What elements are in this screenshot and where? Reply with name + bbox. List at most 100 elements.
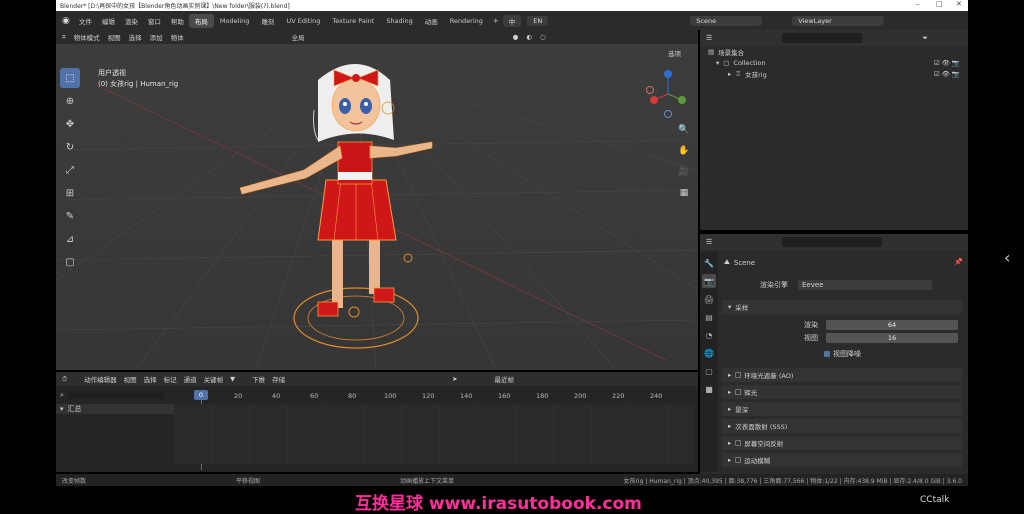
summary-row[interactable]: ▾ 汇总 (56, 404, 174, 414)
outliner-row-collection[interactable]: ▾ ▢ Collection ☑ 👁 📷 (700, 57, 968, 68)
menu-render[interactable]: 渲染 (120, 16, 143, 26)
outliner-type-icon[interactable]: ☰ (706, 34, 712, 42)
select-arrow-icon[interactable]: ➤ (452, 375, 457, 383)
measure-tool-icon[interactable]: ⊿ (60, 229, 80, 249)
keyframe-type-icon[interactable]: ▼ (230, 375, 235, 383)
shading-render-icon[interactable]: ○ (540, 33, 546, 41)
ao-checkbox[interactable] (735, 372, 742, 378)
render-tab-icon[interactable]: 📷 (702, 274, 716, 288)
properties-search-input[interactable] (782, 237, 883, 247)
render-samples-field[interactable]: 64 (826, 320, 958, 330)
menu-keyframe[interactable]: 关键帧 (204, 374, 224, 384)
tab-modeling[interactable]: Modeling (214, 15, 256, 27)
3d-viewport[interactable]: ⌗ 物体模式 视图 选择 添加 物体 全局 ● ◐ ○ 选项 用户透视 (0) … (56, 30, 698, 370)
outliner-search-input[interactable] (782, 33, 863, 43)
ssr-checkbox[interactable] (735, 440, 742, 446)
menu-view[interactable]: 视图 (108, 32, 121, 42)
section-ao[interactable]: ▸ 环境光遮蔽 (AO) (722, 368, 962, 382)
maximize-icon[interactable]: □ (936, 0, 943, 8)
section-dof[interactable]: ▸ 景深 (722, 402, 962, 416)
tool-tab-icon[interactable]: 🔧 (702, 256, 716, 270)
tab-shading[interactable]: Shading (380, 15, 418, 27)
lang-cn-button[interactable]: 中 (502, 14, 522, 27)
stash-button[interactable]: 存储 (272, 374, 285, 384)
close-icon[interactable]: ✕ (956, 0, 962, 8)
view-layer-tab-icon[interactable]: ▤ (702, 310, 716, 324)
visibility-icon[interactable]: ☑ 👁 📷 (934, 70, 960, 78)
world-tab-icon[interactable]: 🌐 (702, 346, 716, 360)
properties-type-icon[interactable]: ☰ (706, 238, 712, 246)
editor-type-icon[interactable]: ⏱ (62, 375, 67, 384)
menu-window[interactable]: 窗口 (143, 16, 166, 26)
render-engine-select[interactable]: Eevee (798, 280, 932, 290)
rotate-tool-icon[interactable]: ↻ (60, 137, 80, 157)
tab-layout[interactable]: 布局 (188, 13, 214, 28)
mode-selector[interactable]: 物体模式 (74, 32, 100, 42)
interpolation-select[interactable]: 最近帧 (495, 374, 515, 384)
view-layer-selector[interactable]: ViewLayer (792, 15, 885, 26)
section-sampling[interactable]: ▾ 采样 (722, 300, 962, 314)
annotate-tool-icon[interactable]: ✎ (60, 206, 80, 226)
section-bloom[interactable]: ▸ 辉光 (722, 385, 962, 399)
output-tab-icon[interactable]: 🖨 (702, 292, 716, 306)
shading-solid-icon[interactable]: ● (513, 33, 519, 41)
editor-mode-select[interactable]: 动作编辑器 (84, 374, 117, 384)
blender-logo-icon[interactable]: ◉ (62, 16, 70, 26)
transform-tool-icon[interactable]: ⊞ (60, 183, 80, 203)
menu-help[interactable]: 帮助 (166, 16, 189, 26)
outliner-row-scene-collection[interactable]: ▤ 场景集合 (700, 46, 968, 57)
minimize-icon[interactable]: – (916, 0, 920, 8)
current-frame-indicator[interactable]: 0 (194, 390, 208, 400)
lang-en-button[interactable]: EN (527, 15, 549, 26)
scene-selector[interactable]: Scene (690, 15, 763, 26)
menu-marker[interactable]: 标记 (164, 374, 177, 384)
visibility-icon[interactable]: ☑ 👁 📷 (934, 59, 960, 67)
tab-texture-paint[interactable]: Texture Paint (326, 15, 380, 27)
pan-icon[interactable]: ✋ (676, 143, 692, 159)
collection-tab-icon[interactable]: ▢ (702, 364, 716, 378)
menu-channel[interactable]: 通道 (184, 374, 197, 384)
outliner-row-object[interactable]: ▸ ♖ 女孩rig ☑ 👁 📷 (700, 68, 968, 79)
pin-icon[interactable]: 📌 (954, 258, 963, 266)
add-cube-tool-icon[interactable]: ▢ (60, 252, 80, 272)
menu-view[interactable]: 视图 (124, 374, 137, 384)
menu-select[interactable]: 选择 (129, 32, 142, 42)
transform-orientation[interactable]: 全局 (292, 32, 305, 42)
add-workspace-icon[interactable]: + (493, 17, 499, 25)
editor-type-icon[interactable]: ⌗ (62, 33, 66, 42)
tab-sculpt[interactable]: 雕刻 (255, 14, 280, 28)
menu-object[interactable]: 物体 (171, 32, 184, 42)
filter-icon[interactable]: ⏷ (922, 34, 928, 43)
push-down-button[interactable]: 下推 (252, 374, 265, 384)
move-tool-icon[interactable]: ✥ (60, 114, 80, 134)
options-button[interactable]: 选项 (668, 48, 681, 58)
object-tab-icon[interactable]: ■ (702, 382, 716, 396)
section-ssr[interactable]: ▸ 屏幕空间反射 (722, 436, 962, 450)
scale-tool-icon[interactable]: ⤢ (60, 160, 80, 180)
expand-icon[interactable]: ▾ (716, 59, 719, 67)
select-box-tool-icon[interactable]: ⬚ (60, 68, 80, 88)
section-sss[interactable]: ▸ 次表面散射 (SSS) (722, 419, 962, 433)
camera-icon[interactable]: 🎥 (676, 164, 692, 180)
chevron-left-icon[interactable]: ‹ (1004, 248, 1010, 267)
bloom-checkbox[interactable] (735, 389, 742, 395)
zoom-icon[interactable]: 🔍 (676, 122, 692, 138)
grid-icon[interactable]: ▦ (676, 185, 692, 201)
expand-icon[interactable]: ▸ (728, 70, 731, 78)
menu-select[interactable]: 选择 (144, 374, 157, 384)
tab-uv-editing[interactable]: UV Editing (280, 15, 326, 27)
viewport-samples-field[interactable]: 16 (826, 333, 958, 343)
tab-animation[interactable]: 动画 (419, 14, 444, 28)
section-motion-blur[interactable]: ▸ 运动模糊 (722, 453, 962, 467)
menu-file[interactable]: 文件 (74, 16, 97, 26)
dopesheet-area[interactable] (174, 404, 694, 464)
motion-blur-checkbox[interactable] (735, 457, 742, 463)
denoise-checkbox[interactable] (824, 351, 830, 357)
tab-rendering[interactable]: Rendering (444, 15, 489, 27)
channel-search-input[interactable] (67, 391, 164, 399)
menu-add[interactable]: 添加 (150, 32, 163, 42)
shading-material-icon[interactable]: ◐ (526, 33, 532, 41)
cursor-tool-icon[interactable]: ⊕ (60, 91, 80, 111)
scene-tab-icon[interactable]: ◔ (702, 328, 716, 342)
menu-edit[interactable]: 编辑 (97, 16, 120, 26)
